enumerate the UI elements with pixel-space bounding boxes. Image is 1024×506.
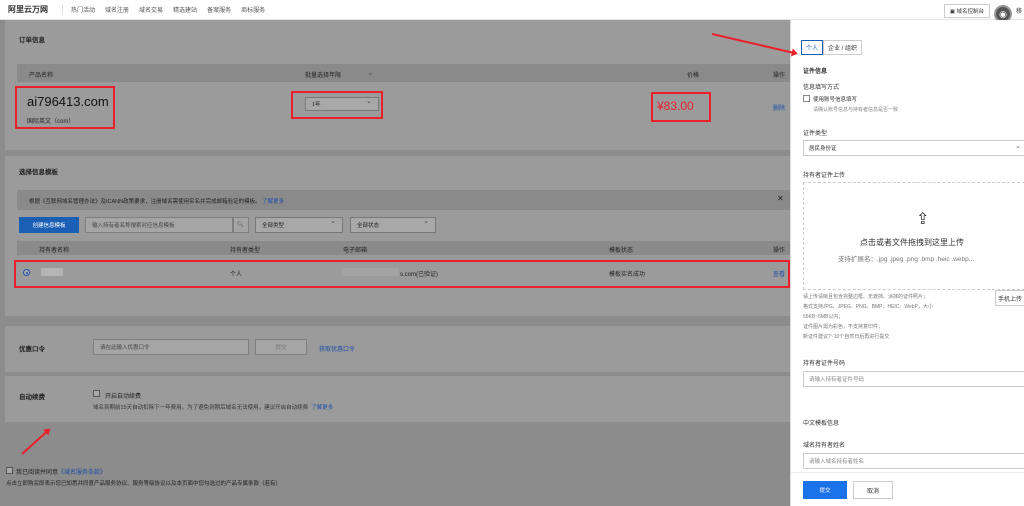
site-logo[interactable]: 阿里云万网 (8, 4, 48, 15)
order-panel: 订单信息 产品名称 批量选择年限 ⌄ 价格 操作 ai796413.com 国际… (5, 20, 790, 150)
purchase-agreement-text: 点击立即购买即表示您已知悉并同意产品服务协议、服务等级协议以及本页面中您勾选过的… (6, 481, 282, 487)
highlight-years (291, 91, 383, 119)
upload-note-5: 新证件建议7~10个自然日后再进行提交 (803, 334, 890, 340)
auto-renew-desc: 域名到期前15天自动扣除下一年费用。为了避免到期后域名无法使用，建议开启自动续费… (93, 405, 334, 411)
coupon-panel: 优惠口令 请在此输入优惠口令 提交 获取优惠口令 (5, 326, 790, 372)
upload-note-3: 55KB~5MB以内； (803, 314, 844, 320)
mobile-upload-button[interactable]: 手机上传 (995, 290, 1024, 306)
notice-learn-more-link[interactable]: 了解更多 (262, 199, 284, 205)
drawer-footer: 提交 取消 (791, 472, 1024, 506)
top-nav: 热门活动 域名注册 域名交易 精选建站 备案服务 商标服务 (62, 5, 265, 14)
tab-personal[interactable]: 个人 (801, 40, 824, 55)
domain-console-button[interactable]: ▣ 域名控制台 (943, 4, 990, 18)
cert-type-select[interactable]: 居民身份证 (803, 140, 1024, 156)
col-template-status: 模板状态 (609, 248, 634, 254)
status-filter-value: 全部状态 (357, 223, 380, 229)
top-navigation-bar: 阿里云万网 热门活动 域名注册 域名交易 精选建站 备案服务 商标服务 ▣ 域名… (0, 0, 1024, 23)
order-title: 订单信息 (19, 37, 45, 44)
coupon-input[interactable]: 请在此输入优惠口令 (93, 339, 249, 355)
cn-template-title: 中文模板信息 (803, 421, 840, 427)
upload-note-2: 格式支持JPG、JPEG、PNG、BMP、HEIC、WebP，大小 (803, 304, 933, 310)
type-filter-value: 全部类型 (262, 223, 285, 229)
cert-type-label: 证件类型 (803, 131, 828, 137)
id-number-input[interactable]: 请输入持有者证件号码 (803, 371, 1024, 387)
upload-note-4: 证件图片需为彩色，不支持复印件； (803, 324, 884, 330)
cert-info-title: 证件信息 (803, 69, 828, 75)
agree-text: 我已阅读并同意《域名服务条款》 (16, 470, 107, 476)
col-action: 操作 (773, 73, 786, 79)
use-account-checkbox[interactable] (803, 95, 810, 102)
holder-name-input[interactable]: 请输入域名持有者姓名 (803, 453, 1024, 469)
col-template-action: 操作 (773, 248, 786, 254)
use-account-hint: 请确认账号信息与持有者信息是否一致 (813, 107, 899, 113)
nav-site-build[interactable]: 精选建站 (173, 5, 197, 14)
agree-checkbox[interactable] (6, 467, 13, 474)
get-coupon-link[interactable]: 获取优惠口令 (319, 344, 355, 353)
auto-renew-label: 开启自动续费 (105, 394, 142, 400)
close-icon[interactable]: ✕ (777, 194, 784, 203)
template-notice: 根据《互联网域名管理办法》及ICANN政策要求，注册域名需使用实名并完成邮箱验证… (29, 199, 285, 205)
highlight-template-row (14, 260, 790, 288)
col-email: 电子邮箱 (343, 248, 368, 254)
order-table-header (17, 64, 790, 82)
domain-terms-link[interactable]: 《域名服务条款》 (58, 470, 106, 476)
template-title: 选择信息模板 (19, 169, 58, 176)
search-icon[interactable]: 🔍︎ (233, 217, 249, 233)
status-filter-select[interactable]: 全部状态 (350, 217, 436, 233)
col-product-name: 产品名称 (29, 73, 54, 79)
chevron-down-icon[interactable]: ⌄ (367, 68, 374, 77)
col-years: 批量选择年限 (305, 73, 342, 79)
holder-name-label: 域名持有者姓名 (803, 443, 846, 449)
col-holder-type: 持有者类型 (230, 248, 261, 254)
coupon-submit-button[interactable]: 提交 (255, 339, 307, 355)
nav-domain-trade[interactable]: 域名交易 (139, 5, 163, 14)
order-page-overlay: 订单信息 产品名称 批量选择年限 ⌄ 价格 操作 ai796413.com 国际… (0, 20, 790, 506)
delete-link[interactable]: 删除 (773, 103, 785, 112)
col-price: 价格 (687, 73, 700, 79)
highlight-domain (15, 86, 115, 129)
template-search-input[interactable]: 输入持有者名称搜索对应信息模板 (85, 217, 233, 233)
upload-ext: 支持扩展名：.jpg .jpeg .png .bmp .heic .webp..… (838, 256, 975, 263)
auto-renew-checkbox[interactable] (93, 390, 100, 397)
auto-renew-title: 自动续费 (19, 394, 45, 401)
auto-renew-panel: 自动续费 开启自动续费 域名到期前15天自动扣除下一年费用。为了避免到期后域名无… (5, 376, 790, 422)
tab-organization[interactable]: 企业 / 组织 (823, 40, 863, 55)
upload-label: 持有者证件上传 (803, 173, 846, 179)
annotation-arrow-agree (21, 429, 50, 455)
cert-upload-area[interactable]: ⇪ 点击或者文件拖拽到这里上传 支持扩展名：.jpg .jpeg .png .b… (803, 182, 1024, 290)
holder-info-drawer: 个人 企业 / 组织 证件信息 信息填写方式 使用账号信息填写 请确认账号信息与… (790, 20, 1024, 506)
cancel-button[interactable]: 取消 (853, 481, 893, 499)
nav-domain-register[interactable]: 域名注册 (105, 5, 129, 14)
nav-hot-events[interactable]: 热门活动 (71, 5, 95, 14)
coupon-title: 优惠口令 (19, 346, 45, 353)
type-filter-select[interactable]: 全部类型 (255, 217, 343, 233)
nav-trademark[interactable]: 商标服务 (241, 5, 265, 14)
upload-text: 点击或者文件拖拽到这里上传 (860, 238, 964, 247)
use-account-label: 使用账号信息填写 (813, 97, 858, 103)
user-label: 移 (1015, 9, 1022, 15)
highlight-price (651, 92, 711, 122)
holder-type-tabs: 个人 企业 / 组织 (801, 40, 863, 55)
auto-renew-learn-more-link[interactable]: 了解更多 (311, 405, 333, 411)
submit-button[interactable]: 提交 (803, 481, 847, 499)
cert-type-value: 居民身份证 (809, 146, 837, 152)
col-holder-name: 持有者名称 (39, 248, 70, 254)
create-template-button[interactable]: 创建信息模板 (19, 217, 79, 233)
template-table-header (17, 241, 790, 255)
id-number-label: 持有者证件号码 (803, 361, 846, 367)
upload-note-1: 请上传请晰且包含完整边框、无遮挡、涂抹的证件照片； (803, 294, 929, 300)
fill-mode-label: 信息填写方式 (803, 85, 840, 91)
upload-icon: ⇪ (916, 211, 930, 228)
domain-console-label: 域名控制台 (956, 9, 984, 15)
nav-icp-service[interactable]: 备案服务 (207, 5, 231, 14)
template-panel: 选择信息模板 根据《互联网域名管理办法》及ICANN政策要求，注册域名需使用实名… (5, 156, 790, 316)
